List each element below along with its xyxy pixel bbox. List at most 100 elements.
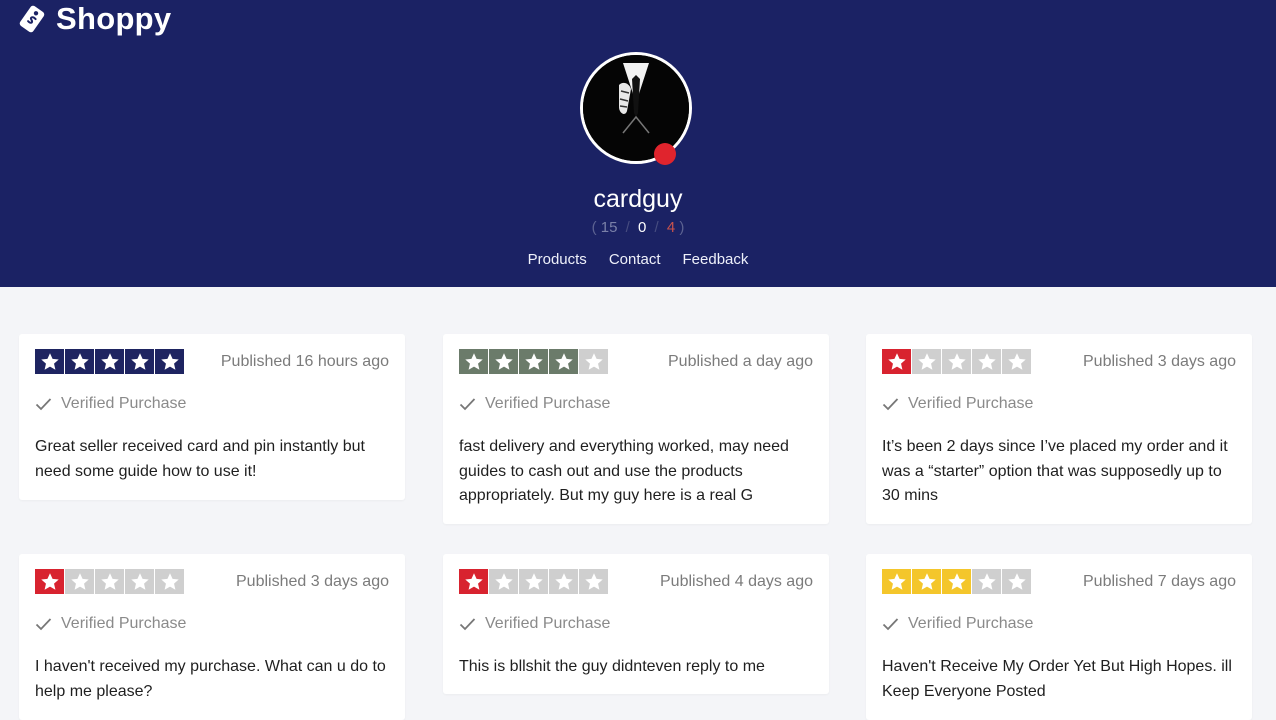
verified-purchase: Verified Purchase (35, 615, 186, 633)
stats-separator: / (654, 219, 659, 236)
star-icon (554, 352, 573, 370)
star-rating (882, 569, 1031, 594)
star-rating (35, 569, 184, 594)
check-icon (882, 618, 899, 631)
seller-username: cardguy (593, 185, 683, 213)
verified-purchase: Verified Purchase (459, 395, 610, 413)
star-icon (130, 352, 149, 370)
star-icon (70, 572, 89, 590)
published-time: Published 4 days ago (660, 573, 813, 590)
star-icon (917, 352, 936, 370)
negative-count: 4 (666, 219, 676, 236)
star-icon (917, 572, 936, 590)
star-icon (130, 572, 149, 590)
star-filled (155, 349, 184, 374)
star-icon (494, 572, 513, 590)
star-rating (882, 349, 1031, 374)
review-card: Published a day ago Verified Purchase fa… (443, 334, 829, 524)
check-icon (35, 398, 52, 411)
star-filled (65, 349, 94, 374)
star-empty (912, 349, 941, 374)
star-empty (155, 569, 184, 594)
verified-purchase: Verified Purchase (35, 395, 186, 413)
review-text: Haven't Receive My Order Yet But High Ho… (882, 658, 1232, 700)
star-filled (549, 349, 578, 374)
review-card: Published 3 days ago Verified Purchase I… (866, 334, 1252, 524)
star-empty (579, 569, 608, 594)
star-icon (977, 572, 996, 590)
verified-purchase: Verified Purchase (882, 395, 1033, 413)
published-time: Published 7 days ago (1083, 573, 1236, 590)
verified-label: Verified Purchase (908, 395, 1034, 412)
published-time: Published 16 hours ago (220, 353, 389, 370)
stats-open: ( (591, 219, 597, 236)
star-icon (887, 572, 906, 590)
star-empty (65, 569, 94, 594)
star-empty (972, 349, 1001, 374)
star-icon (160, 352, 179, 370)
verified-label: Verified Purchase (61, 615, 187, 632)
brand-name: Shoppy (56, 1, 172, 36)
positive-count: 15 (600, 219, 618, 236)
review-text: fast delivery and everything worked, may… (459, 438, 789, 504)
nav-contact[interactable]: Contact (609, 251, 661, 268)
avatar (580, 52, 692, 164)
star-icon (977, 352, 996, 370)
check-icon (459, 618, 476, 631)
star-rating (459, 349, 608, 374)
verified-purchase: Verified Purchase (882, 615, 1033, 633)
star-empty (549, 569, 578, 594)
star-icon (947, 572, 966, 590)
star-icon (947, 352, 966, 370)
star-icon (1007, 572, 1026, 590)
online-status-dot (654, 143, 676, 165)
seller-header: Shoppy cardguy ( 15 / 0 / 4 ) Products C… (0, 0, 1276, 287)
star-icon (40, 572, 59, 590)
check-icon (35, 618, 52, 631)
published-time: Published 3 days ago (236, 573, 389, 590)
star-rating (459, 569, 608, 594)
verified-label: Verified Purchase (908, 615, 1034, 632)
star-icon (887, 352, 906, 370)
review-card: Published 3 days ago Verified Purchase I… (19, 554, 405, 720)
verified-purchase: Verified Purchase (459, 615, 610, 633)
feedback-stats: ( 15 / 0 / 4 ) (0, 219, 1276, 236)
star-icon (40, 352, 59, 370)
star-icon (100, 572, 119, 590)
brand[interactable]: Shoppy (18, 0, 171, 38)
star-empty (125, 569, 154, 594)
stats-separator: / (625, 219, 630, 236)
star-filled (35, 349, 64, 374)
review-text: This is bllshit the guy didnteven reply … (459, 658, 765, 675)
check-icon (882, 398, 899, 411)
review-card: Published 4 days ago Verified Purchase T… (443, 554, 829, 694)
nav-feedback[interactable]: Feedback (683, 251, 749, 268)
published-time: Published a day ago (668, 353, 813, 370)
star-rating (35, 349, 184, 374)
stats-close: ) (679, 219, 685, 236)
star-icon (554, 572, 573, 590)
star-icon (524, 352, 543, 370)
star-empty (489, 569, 518, 594)
review-text: Great seller received card and pin insta… (35, 438, 365, 480)
star-filled (489, 349, 518, 374)
star-icon (70, 352, 89, 370)
star-empty (579, 349, 608, 374)
nav-products[interactable]: Products (528, 251, 587, 268)
published-time: Published 3 days ago (1083, 353, 1236, 370)
star-empty (1002, 569, 1031, 594)
verified-label: Verified Purchase (61, 395, 187, 412)
tag-icon (19, 5, 45, 33)
star-empty (942, 349, 971, 374)
star-filled (882, 569, 911, 594)
star-filled (95, 349, 124, 374)
avatar-image (583, 55, 689, 161)
star-icon (160, 572, 179, 590)
star-icon (464, 572, 483, 590)
verified-label: Verified Purchase (485, 615, 611, 632)
review-text: It’s been 2 days since I’ve placed my or… (882, 438, 1228, 504)
star-icon (524, 572, 543, 590)
star-filled (459, 569, 488, 594)
star-filled (125, 349, 154, 374)
star-empty (519, 569, 548, 594)
